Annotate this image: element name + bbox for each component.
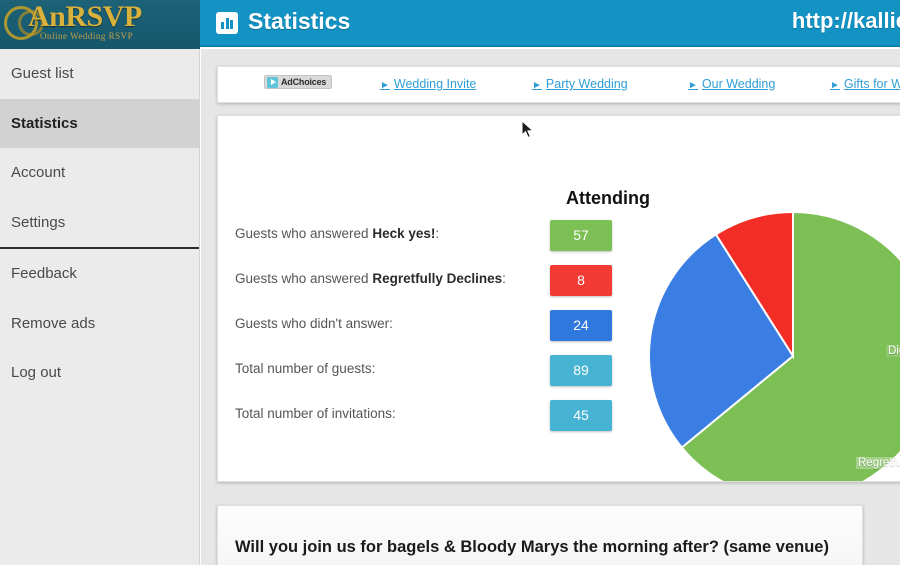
brand-name: AnRSVP — [28, 0, 142, 33]
bar-chart-icon — [216, 12, 238, 34]
site-url[interactable]: http://kallie — [792, 8, 900, 34]
stat-label: Total number of invitations: — [235, 406, 396, 421]
ads-banner: AdChoices ► Wedding Invite ► Party Wedding… — [217, 66, 900, 103]
sidebar-item-label: Remove ads — [11, 314, 96, 332]
stat-label-prefix: Guests who answered — [235, 226, 373, 241]
sidebar-item-log-out[interactable]: Log out — [0, 348, 199, 398]
stat-value-badge: 8 — [550, 265, 612, 296]
ad-link-gifts-for-wedding[interactable]: ►Gifts for We — [830, 77, 900, 91]
stat-label: Guests who answered Regretfully Declines… — [235, 271, 506, 286]
adchoices-label: AdChoices — [281, 77, 327, 87]
statistics-card: Attending Guests who answered Heck yes!:… — [217, 115, 900, 482]
stat-label-suffix: : — [435, 226, 440, 241]
stat-row: Guests who didn't answer: 24 — [235, 310, 612, 341]
stat-value-badge: 57 — [550, 220, 612, 251]
stat-label-prefix: Guests who answered — [235, 271, 373, 286]
stat-label-emphasis: Regretfully Declines — [372, 271, 503, 286]
stat-label-prefix: Total number of guests: — [235, 361, 376, 376]
sidebar-item-settings[interactable]: Settings — [0, 198, 199, 248]
brand-tagline: Online Wedding RSVP — [40, 31, 134, 41]
stat-row: Total number of guests: 89 — [235, 355, 612, 386]
stat-value-badge: 45 — [550, 400, 612, 431]
sidebar-item-label: Log out — [11, 364, 62, 381]
question-text: Will you join us for bagels & Bloody Mar… — [235, 538, 829, 556]
ad-link-party-wedding[interactable]: ► Party Wedding — [532, 77, 628, 91]
chart-title: Attending — [566, 188, 650, 208]
brand-logo-panel[interactable]: AnRSVP Online Wedding RSVP — [0, 0, 200, 49]
sidebar-item-label: Statistics — [11, 114, 78, 132]
sidebar-item-guest-list[interactable]: Guest list — [0, 49, 199, 99]
stat-label: Guests who didn't answer: — [235, 316, 393, 331]
app-root: AnRSVP Online Wedding RSVP Statistics ht… — [0, 0, 900, 565]
sidebar-item-label: Feedback — [11, 265, 77, 282]
stat-label-prefix: Total number of invitations: — [235, 406, 396, 421]
question-card[interactable]: Will you join us for bagels & Bloody Mar… — [217, 505, 863, 565]
stat-label-emphasis: Heck yes! — [372, 226, 436, 241]
ad-arrow-icon: ► — [830, 80, 840, 91]
stat-row: Guests who answered Heck yes!: 57 — [235, 220, 612, 251]
stat-value-badge: 24 — [550, 310, 612, 341]
sidebar-item-label: Settings — [11, 213, 66, 231]
sidebar-item-label: Guest list — [11, 65, 74, 82]
stat-value-badge: 89 — [550, 355, 612, 386]
attending-pie-chart: Did Not Answer Regretfully Declines Heck… — [648, 211, 900, 481]
page-title: Statistics — [248, 8, 351, 34]
page-header: Statistics http://kallie — [200, 0, 900, 47]
pie-label-did-not-answer: Did Not Answer — [886, 345, 900, 357]
ad-arrow-icon: ► — [532, 80, 542, 91]
stat-row: Guests who answered Regretfully Declines… — [235, 265, 612, 296]
stat-label: Total number of guests: — [235, 361, 375, 376]
sidebar-item-feedback[interactable]: Feedback — [0, 249, 199, 299]
stat-label-suffix: : — [502, 271, 506, 286]
stat-label: Guests who answered Heck yes!: — [235, 226, 439, 241]
ad-arrow-icon: ► — [688, 80, 698, 91]
sidebar-item-remove-ads[interactable]: Remove ads — [0, 299, 199, 349]
pie-svg — [648, 211, 900, 481]
adchoices-triangle-icon — [267, 76, 278, 88]
ad-arrow-icon: ► — [380, 80, 390, 91]
sidebar-item-account[interactable]: Account — [0, 148, 199, 198]
stat-label-prefix: Guests who didn't answer: — [235, 316, 393, 331]
adchoices-button[interactable]: AdChoices — [264, 75, 333, 89]
sidebar-item-statistics[interactable]: Statistics — [0, 98, 199, 148]
sidebar-item-label: Account — [11, 164, 66, 181]
stat-row: Total number of invitations: 45 — [235, 400, 612, 431]
ad-link-our-wedding[interactable]: ► Our Wedding — [688, 77, 775, 91]
sidebar: Guest list Statistics Account Settings Feedb… — [0, 49, 200, 565]
ad-link-wedding-invite[interactable]: ► Wedding Invite — [380, 77, 476, 91]
main-content: AdChoices ► Wedding Invite ► Party Wedding… — [201, 49, 900, 565]
pie-label-regretfully-declines: Regretfully Declines — [856, 457, 900, 469]
